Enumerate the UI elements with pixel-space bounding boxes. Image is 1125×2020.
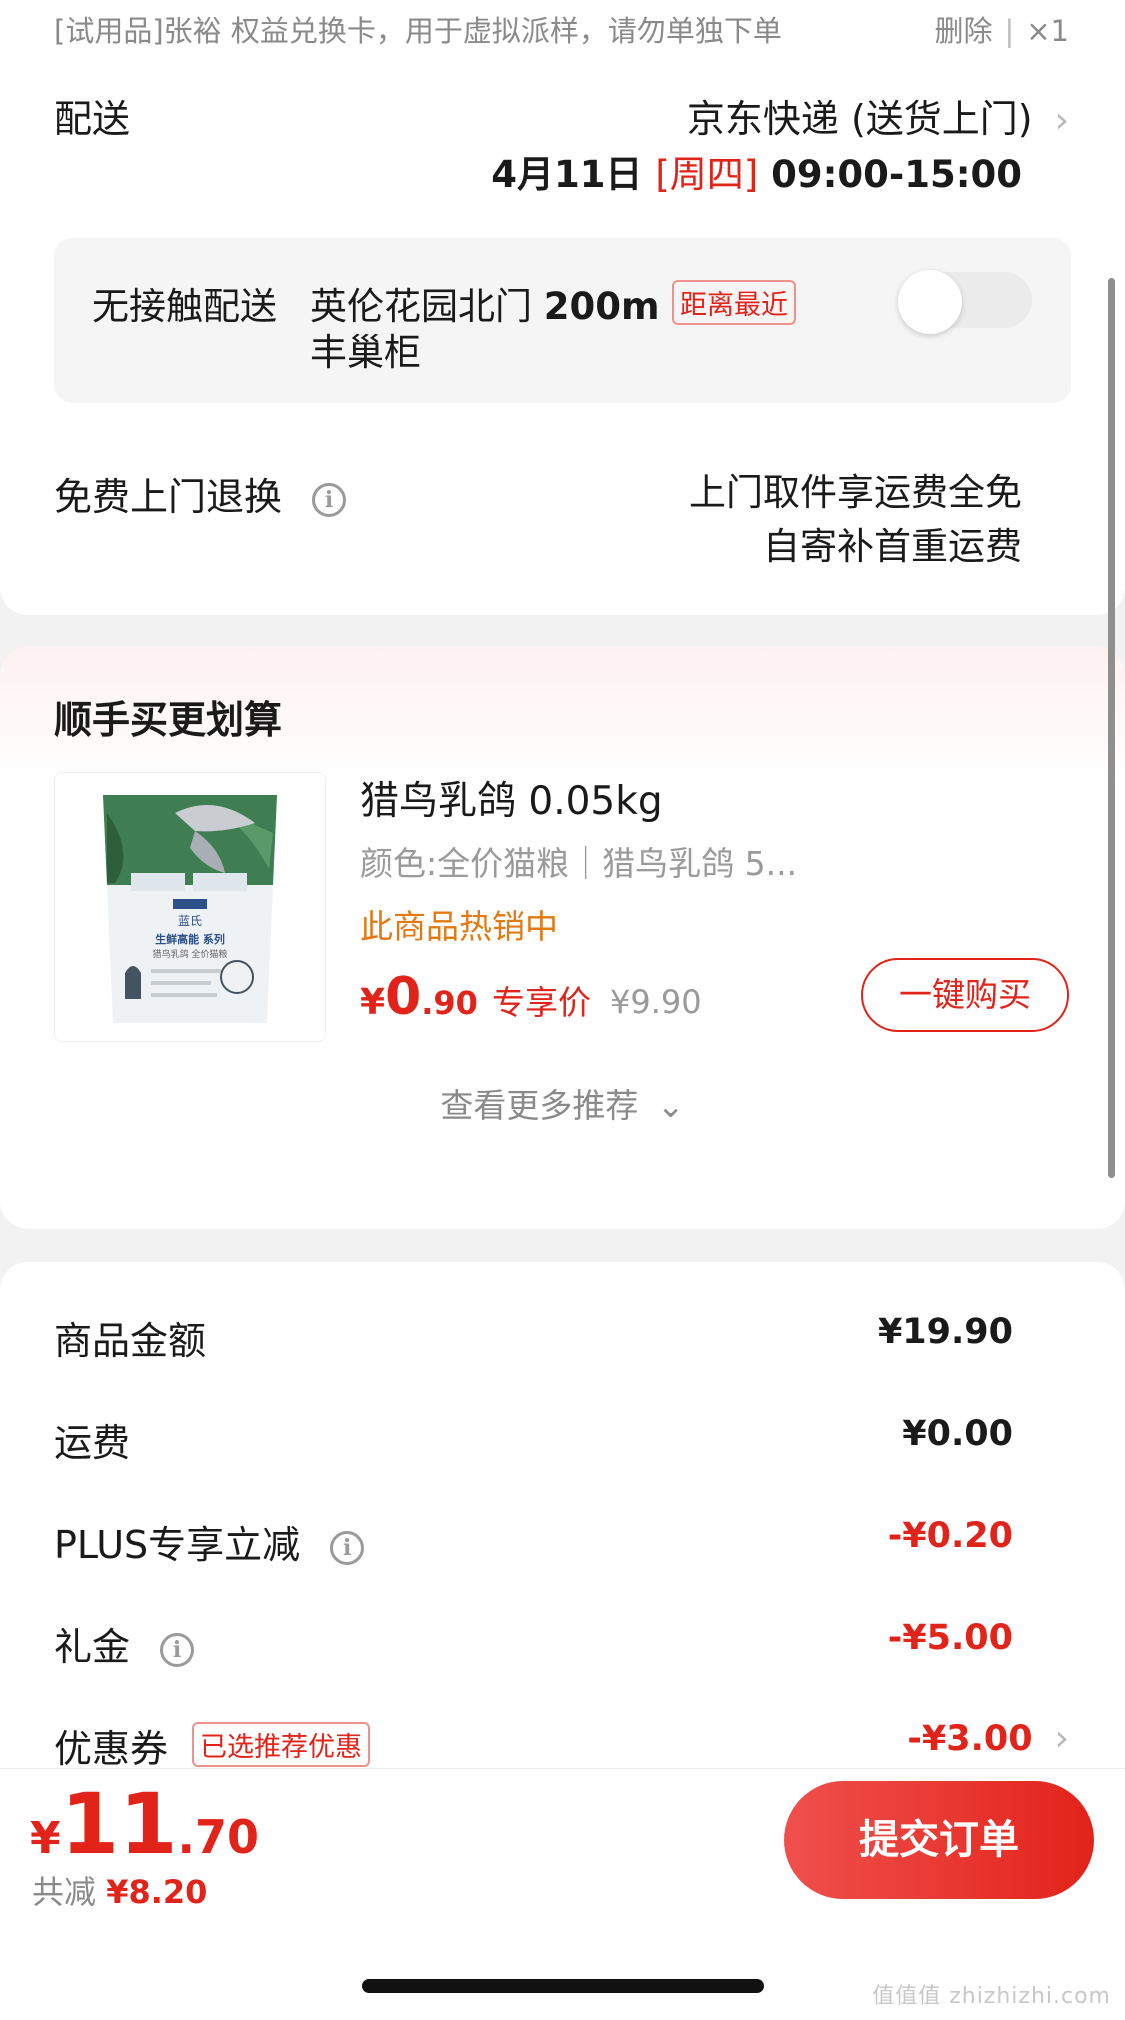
price-decimal: .90 — [421, 984, 478, 1022]
delivery-date: 4月11日 — [491, 153, 643, 196]
total-integer: 11 — [60, 1775, 178, 1873]
chevron-down-icon: ⌄ — [656, 1086, 685, 1125]
returns-line-1: 上门取件享运费全免 — [689, 471, 1022, 514]
scrollbar[interactable] — [1108, 278, 1115, 1178]
recommend-card: 顺手买更划算 蓝氏 生鲜高能 系列 猎鸟乳鸽 全价猫粮 猎鸟乳鸽 0.05kg … — [0, 647, 1125, 1229]
original-price: ¥9.90 — [610, 983, 702, 1021]
product-image[interactable]: 蓝氏 生鲜高能 系列 猎鸟乳鸽 全价猫粮 — [54, 772, 326, 1042]
delivery-time: 09:00-15:00 — [771, 153, 1022, 196]
chevron-right-icon: › — [1054, 100, 1069, 141]
gift-money-value: -¥5.00 — [887, 1618, 1013, 1658]
trial-item-text: [试用品]张裕 权益兑换卡，用于虚拟派样，请勿单独下单 — [54, 14, 782, 48]
contactless-label: 无接触配送 — [92, 285, 277, 328]
goods-amount-label: 商品金额 — [54, 1319, 207, 1363]
toggle-knob — [898, 270, 962, 334]
submit-order-button[interactable]: 提交订单 — [784, 1781, 1094, 1899]
delete-button[interactable]: 删除 — [934, 14, 992, 48]
total-saved: 共减 ¥8.20 — [32, 1867, 207, 1913]
recommend-title: 顺手买更划算 — [54, 698, 283, 742]
total-decimal: .70 — [177, 1810, 260, 1864]
delivery-weekday: [周四] — [655, 153, 759, 196]
product-name[interactable]: 猎鸟乳鸽 0.05kg — [360, 770, 663, 826]
checkout-bar: ¥11.70 共减 ¥8.20 提交订单 值值值 zhizhizhi.com — [0, 1768, 1125, 2020]
trial-item-actions: 删除 | ×1 — [934, 8, 1069, 50]
coupon-recommended-tag: 已选推荐优惠 — [192, 1722, 370, 1767]
plus-discount-label: PLUS专享立减 — [54, 1523, 301, 1567]
product-price: ¥0.90 专享价 — [360, 967, 591, 1027]
cat-food-bag-image: 蓝氏 生鲜高能 系列 猎鸟乳鸽 全价猫粮 — [55, 773, 325, 1041]
total-price: ¥11.70 — [30, 1775, 259, 1873]
delivery-method-row[interactable]: 京东快递 (送货上门) › — [687, 88, 1069, 143]
contactless-cabinet: 丰巢柜 — [310, 331, 421, 374]
price-integer: 0 — [385, 967, 422, 1027]
coupon-value-row[interactable]: -¥3.00 › — [907, 1718, 1069, 1759]
info-icon[interactable]: i — [312, 482, 347, 517]
saved-label: 共减 — [32, 1873, 97, 1911]
trial-quantity: ×1 — [1026, 14, 1069, 48]
delivery-card: [试用品]张裕 权益兑换卡，用于虚拟派样，请勿单独下单 删除 | ×1 配送 京东快… — [0, 0, 1125, 615]
more-recommendations-label: 查看更多推荐 — [440, 1086, 639, 1125]
price-currency: ¥ — [360, 982, 386, 1023]
gift-money-row-label: 礼金 i — [54, 1616, 195, 1671]
one-click-buy-button[interactable]: 一键购买 — [861, 958, 1069, 1032]
place-distance: 200m — [543, 285, 660, 328]
plus-discount-value: -¥0.20 — [887, 1516, 1013, 1556]
delivery-label: 配送 — [54, 97, 131, 141]
info-icon[interactable]: i — [160, 1632, 195, 1667]
order-summary-card: 商品金额 ¥19.90 运费 ¥0.00 PLUS专享立减 i -¥0.20 礼… — [0, 1262, 1125, 1782]
bag-brand-text: 蓝氏 — [178, 914, 202, 928]
returns-label-row: 免费上门退换 i — [54, 466, 347, 521]
gift-money-label: 礼金 — [54, 1625, 131, 1669]
returns-label: 免费上门退换 — [54, 475, 283, 519]
shipping-value: ¥0.00 — [902, 1414, 1013, 1454]
info-icon[interactable]: i — [330, 1530, 365, 1565]
total-currency: ¥ — [30, 1813, 61, 1864]
exclusive-price-label: 专享价 — [491, 983, 591, 1022]
contactless-delivery-box: 无接触配送 英伦花园北门 200m 距离最近 丰巢柜 — [54, 238, 1071, 403]
shipping-label: 运费 — [54, 1421, 131, 1465]
coupon-label: 优惠券 — [54, 1727, 169, 1771]
plus-discount-row-label: PLUS专享立减 i — [54, 1514, 365, 1569]
divider: | — [1004, 14, 1015, 48]
saved-value: ¥8.20 — [106, 1873, 208, 1911]
coupon-value: -¥3.00 — [907, 1719, 1033, 1759]
more-recommendations-link[interactable]: 查看更多推荐 ⌄ — [0, 1079, 1125, 1127]
product-spec: 颜色:全价猫粮｜猎鸟乳鸽 5... — [360, 844, 798, 883]
returns-line-2: 自寄补首重运费 — [763, 525, 1022, 568]
nearest-tag: 距离最近 — [672, 280, 796, 325]
bag-series-text: 生鲜高能 系列 — [155, 932, 225, 946]
home-indicator[interactable] — [362, 1979, 764, 1993]
chevron-right-icon: › — [1054, 1718, 1069, 1759]
watermark: 值值值 zhizhizhi.com — [872, 1984, 1111, 2009]
delivery-method: 京东快递 (送货上门) — [686, 97, 1033, 141]
goods-amount-value: ¥19.90 — [877, 1312, 1013, 1352]
contactless-toggle[interactable] — [898, 270, 1032, 334]
product-hot-label: 此商品热销中 — [360, 907, 558, 946]
bag-sub-text: 猎鸟乳鸽 全价猫粮 — [153, 948, 228, 960]
delivery-slot[interactable]: 4月11日 [周四] 09:00-15:00 — [491, 144, 1022, 198]
